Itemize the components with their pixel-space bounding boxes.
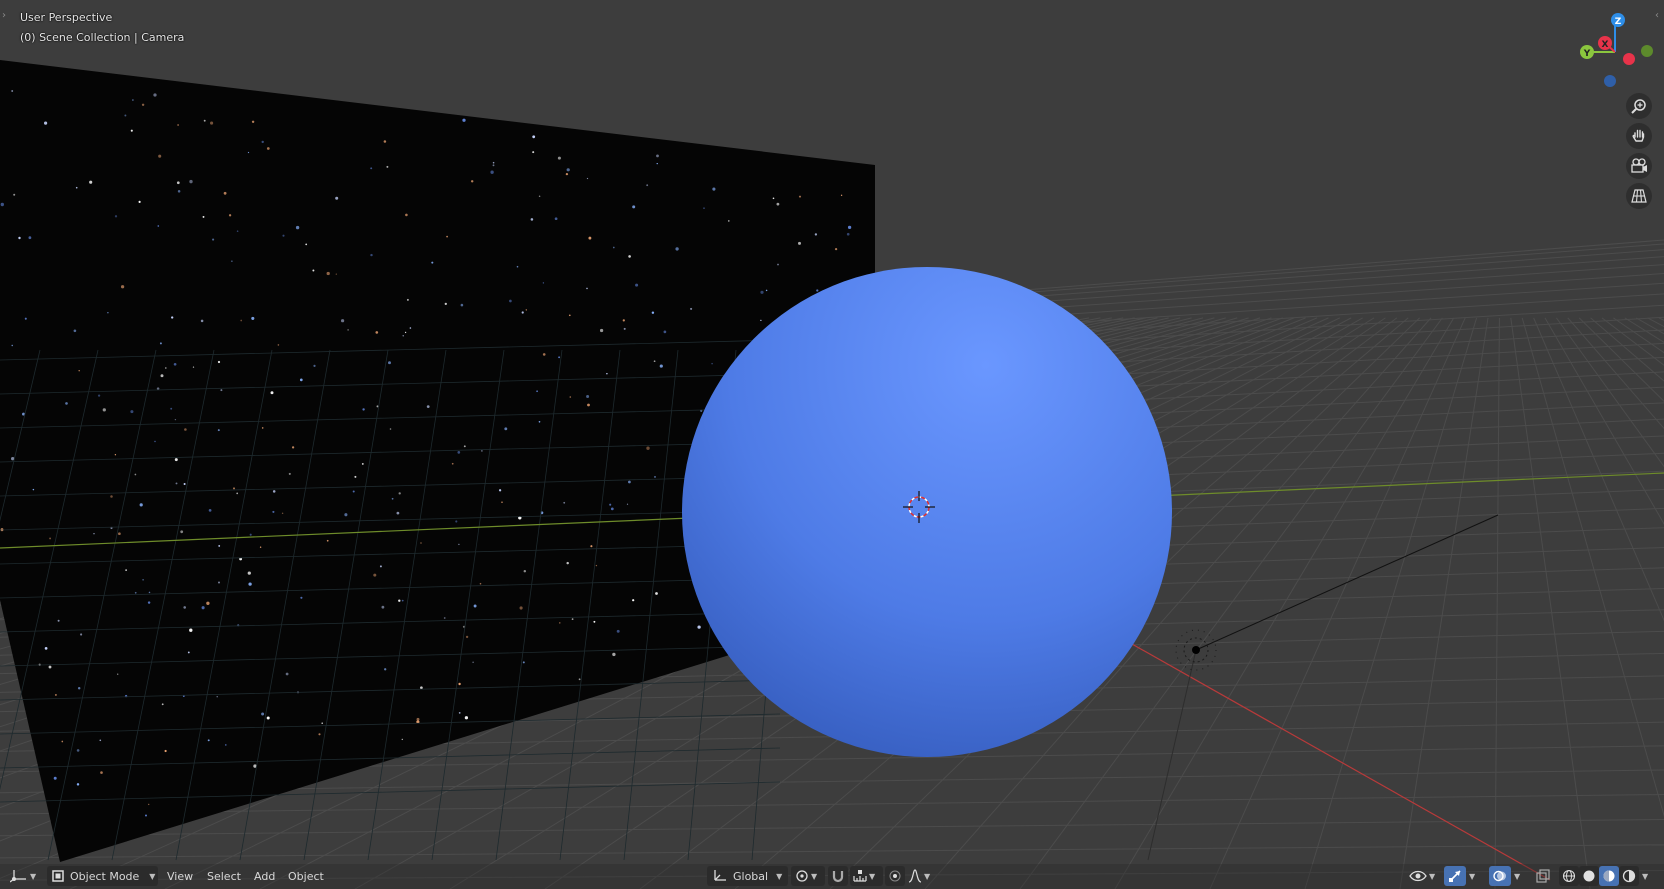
orientation-axes-icon bbox=[714, 870, 726, 881]
gizmo-neg-x-icon[interactable] bbox=[1623, 53, 1635, 65]
hand-pan-icon bbox=[1632, 129, 1645, 142]
gizmo-x-label: X bbox=[1602, 40, 1609, 50]
overlays-toggle[interactable] bbox=[1489, 866, 1511, 886]
solid-sphere-icon bbox=[1583, 870, 1595, 882]
mode-dropdown[interactable]: Object Mode ▼ bbox=[47, 866, 158, 886]
material-sphere-icon bbox=[1603, 870, 1615, 882]
scene-canvas[interactable] bbox=[0, 0, 1664, 889]
wireframe-sphere-icon bbox=[1562, 869, 1576, 883]
mode-label: Object Mode bbox=[70, 869, 140, 883]
shading-wireframe[interactable] bbox=[1559, 866, 1579, 886]
shading-solid[interactable] bbox=[1579, 866, 1599, 886]
rendered-sphere-icon bbox=[1622, 869, 1636, 883]
shading-material[interactable] bbox=[1599, 866, 1619, 886]
snap-target-dropdown[interactable]: ▼ bbox=[850, 866, 883, 886]
ortho-toggle-button[interactable] bbox=[1626, 183, 1652, 209]
snap-increment-icon bbox=[853, 870, 867, 882]
chevron-down-icon: ▼ bbox=[149, 871, 156, 881]
falloff-dropdown[interactable]: ▼ bbox=[908, 866, 936, 886]
visibility-dropdown[interactable]: ▼ bbox=[1409, 866, 1441, 886]
xray-icon bbox=[1536, 869, 1550, 883]
gizmo-dropdown[interactable]: ▼ bbox=[1467, 866, 1481, 886]
perspective-label: User Perspective bbox=[20, 11, 113, 24]
gizmo-neg-y-icon[interactable] bbox=[1641, 45, 1653, 57]
chevron-down-icon: ▼ bbox=[1469, 871, 1476, 881]
orientation-label: Global bbox=[733, 869, 769, 883]
chevron-down-icon: ▼ bbox=[924, 871, 931, 881]
axes-editor-icon bbox=[10, 870, 26, 883]
menu-object[interactable]: Object bbox=[284, 866, 328, 886]
camera-view-button[interactable] bbox=[1626, 153, 1652, 179]
chevron-down-icon: ▼ bbox=[30, 871, 37, 881]
chevron-down-icon: ▼ bbox=[1514, 871, 1521, 881]
menu-add[interactable]: Add bbox=[250, 866, 279, 886]
proportional-edit-icon bbox=[889, 870, 901, 882]
editor-type-dropdown[interactable]: ▼ bbox=[10, 866, 40, 886]
3d-viewport[interactable]: › ‹ User Perspective (0) Scene Collectio… bbox=[0, 0, 1664, 889]
grid-ortho-icon bbox=[1631, 189, 1647, 203]
chevron-down-icon: ▼ bbox=[869, 871, 876, 881]
menu-view[interactable]: View bbox=[163, 866, 197, 886]
xray-toggle[interactable] bbox=[1534, 866, 1552, 886]
gizmo-neg-z-icon[interactable] bbox=[1604, 75, 1616, 87]
shading-rendered[interactable] bbox=[1619, 866, 1639, 886]
camera-view-icon bbox=[1631, 158, 1647, 173]
pivot-point-dropdown[interactable]: ▼ bbox=[791, 866, 825, 886]
falloff-curve-icon bbox=[908, 869, 922, 883]
transform-orientation-dropdown[interactable]: Global ▼ bbox=[707, 866, 788, 886]
navigation-gizmo[interactable]: X Y Z bbox=[1570, 8, 1660, 94]
chevron-down-icon: ▼ bbox=[811, 871, 818, 881]
chevron-down-icon: ▼ bbox=[1429, 871, 1436, 881]
proportional-edit-toggle[interactable] bbox=[885, 866, 905, 886]
pivot-icon bbox=[796, 870, 808, 882]
left-region-toggle-icon[interactable]: › bbox=[2, 10, 6, 21]
menu-select[interactable]: Select bbox=[203, 866, 245, 886]
zoom-button[interactable] bbox=[1626, 93, 1652, 119]
chevron-down-icon: ▼ bbox=[1642, 871, 1649, 881]
zoom-icon bbox=[1631, 99, 1646, 114]
collection-label: (0) Scene Collection | Camera bbox=[20, 31, 185, 44]
eye-visibility-icon bbox=[1409, 870, 1427, 882]
magnet-icon bbox=[832, 871, 844, 883]
chevron-down-icon: ▼ bbox=[776, 871, 783, 881]
pan-button[interactable] bbox=[1626, 123, 1652, 149]
gizmo-z-label: Z bbox=[1615, 17, 1622, 27]
gizmo-arrows-icon bbox=[1449, 870, 1461, 882]
shading-dropdown[interactable]: ▼ bbox=[1640, 866, 1654, 886]
gizmo-toggle[interactable] bbox=[1444, 866, 1466, 886]
gizmo-y-label: Y bbox=[1583, 49, 1591, 59]
snap-toggle[interactable] bbox=[828, 866, 848, 886]
overlays-icon bbox=[1493, 870, 1506, 882]
overlays-dropdown[interactable]: ▼ bbox=[1512, 866, 1526, 886]
object-mode-icon bbox=[52, 870, 64, 882]
